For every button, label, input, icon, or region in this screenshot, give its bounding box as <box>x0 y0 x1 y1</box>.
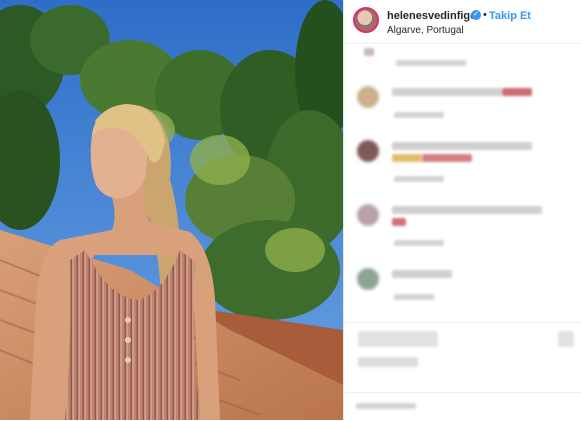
post-side-panel: helenesvedinfigo ✓ • Takip Et Algarve, P… <box>343 0 581 420</box>
redacted-avatar <box>364 48 374 56</box>
comment-input-area[interactable] <box>344 392 581 421</box>
redacted-meta <box>394 176 444 182</box>
redacted-likes <box>358 357 418 367</box>
redacted-meta <box>394 240 444 246</box>
redacted-input <box>356 403 416 409</box>
redacted-emoji <box>392 218 406 226</box>
redacted-text <box>392 88 502 96</box>
instagram-post: helenesvedinfigo ✓ • Takip Et Algarve, P… <box>0 0 581 420</box>
redacted-text <box>392 142 532 150</box>
redacted-emoji <box>392 154 422 162</box>
follow-button[interactable]: Takip Et <box>489 10 531 22</box>
redacted-avatar <box>357 86 379 108</box>
redacted-avatar <box>357 140 379 162</box>
redacted-avatar <box>357 268 379 290</box>
redacted-emoji <box>422 154 472 162</box>
location-link[interactable]: Algarve, Portugal <box>387 25 464 36</box>
redacted-emoji <box>502 88 532 96</box>
redacted-meta <box>394 294 434 300</box>
comment-item <box>344 200 581 252</box>
post-header: helenesvedinfigo ✓ • Takip Et Algarve, P… <box>344 0 581 44</box>
username-link[interactable]: helenesvedinfigo <box>387 10 477 22</box>
comment-item <box>344 44 581 74</box>
comment-item <box>344 136 581 188</box>
comment-item <box>344 82 581 124</box>
redacted-actions <box>358 331 438 347</box>
redacted-text <box>392 270 452 278</box>
profile-avatar[interactable] <box>353 7 379 33</box>
redacted-meta <box>396 60 466 66</box>
photo-illustration <box>0 0 343 420</box>
redacted-text <box>392 206 542 214</box>
redacted-meta <box>394 112 444 118</box>
comment-item <box>344 264 581 314</box>
redacted-avatar <box>357 204 379 226</box>
redacted-save <box>558 331 574 347</box>
verified-badge-icon: ✓ <box>471 10 481 20</box>
post-actions-area <box>344 322 581 383</box>
separator-dot: • <box>483 9 487 21</box>
post-photo[interactable] <box>0 0 343 420</box>
